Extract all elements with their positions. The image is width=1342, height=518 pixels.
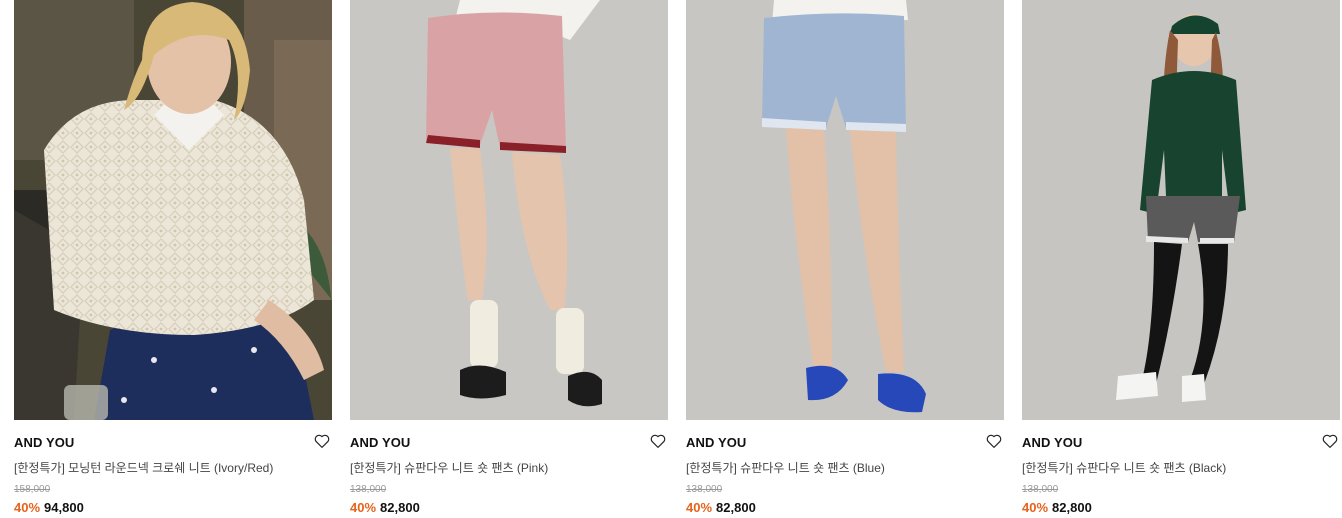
discount-rate: 40%	[1022, 500, 1049, 515]
original-price: 138,000	[686, 484, 723, 495]
product-name[interactable]: [한정특가] 슈판다우 니트 숏 팬츠 (Pink)	[350, 459, 548, 476]
sale-price: 82,800	[1052, 500, 1092, 515]
product-photo-pink-shorts	[350, 0, 668, 420]
price-line: 40% 94,800	[14, 500, 84, 515]
discount-rate: 40%	[350, 500, 377, 515]
sale-price: 82,800	[716, 500, 756, 515]
heart-outline-icon[interactable]	[985, 432, 1003, 450]
product-card[interactable]: AND YOU [한정특가] 슈판다우 니트 숏 팬츠 (Black) 138,…	[1022, 0, 1340, 518]
product-info: AND YOU [한정특가] 슈판다우 니트 숏 팬츠 (Black) 138,…	[1022, 420, 1340, 518]
product-photo-crochet-knit	[14, 0, 332, 420]
sale-price: 82,800	[380, 500, 420, 515]
heart-outline-icon[interactable]	[1321, 432, 1339, 450]
product-grid: AND YOU [한정특가] 모닝턴 라운드넥 크로쉐 니트 (Ivory/Re…	[14, 0, 1340, 518]
price-line: 40% 82,800	[686, 500, 756, 515]
brand-name[interactable]: AND YOU	[686, 435, 746, 450]
discount-rate: 40%	[14, 500, 41, 515]
original-price: 138,000	[1022, 484, 1059, 495]
product-card[interactable]: AND YOU [한정특가] 슈판다우 니트 숏 팬츠 (Blue) 138,0…	[686, 0, 1004, 518]
product-info: AND YOU [한정특가] 슈판다우 니트 숏 팬츠 (Pink) 138,0…	[350, 420, 668, 518]
brand-name[interactable]: AND YOU	[14, 435, 74, 450]
product-card[interactable]: AND YOU [한정특가] 모닝턴 라운드넥 크로쉐 니트 (Ivory/Re…	[14, 0, 332, 518]
product-image[interactable]	[350, 0, 668, 420]
product-photo-blue-shorts	[686, 0, 1004, 420]
product-image[interactable]	[1022, 0, 1340, 420]
discount-rate: 40%	[686, 500, 713, 515]
product-photo-black-shorts	[1022, 0, 1340, 420]
product-image[interactable]	[686, 0, 1004, 420]
heart-outline-icon[interactable]	[649, 432, 667, 450]
product-card[interactable]: AND YOU [한정특가] 슈판다우 니트 숏 팬츠 (Pink) 138,0…	[350, 0, 668, 518]
product-name[interactable]: [한정특가] 슈판다우 니트 숏 팬츠 (Black)	[1022, 459, 1226, 476]
brand-name[interactable]: AND YOU	[350, 435, 410, 450]
original-price: 158,000	[14, 484, 51, 495]
original-price: 138,000	[350, 484, 387, 495]
price-line: 40% 82,800	[1022, 500, 1092, 515]
product-info: AND YOU [한정특가] 슈판다우 니트 숏 팬츠 (Blue) 138,0…	[686, 420, 1004, 518]
product-image[interactable]	[14, 0, 332, 420]
product-name[interactable]: [한정특가] 모닝턴 라운드넥 크로쉐 니트 (Ivory/Red)	[14, 459, 273, 476]
price-line: 40% 82,800	[350, 500, 420, 515]
brand-name[interactable]: AND YOU	[1022, 435, 1082, 450]
sale-price: 94,800	[44, 500, 84, 515]
heart-outline-icon[interactable]	[313, 432, 331, 450]
product-info: AND YOU [한정특가] 모닝턴 라운드넥 크로쉐 니트 (Ivory/Re…	[14, 420, 332, 518]
product-name[interactable]: [한정특가] 슈판다우 니트 숏 팬츠 (Blue)	[686, 459, 885, 476]
